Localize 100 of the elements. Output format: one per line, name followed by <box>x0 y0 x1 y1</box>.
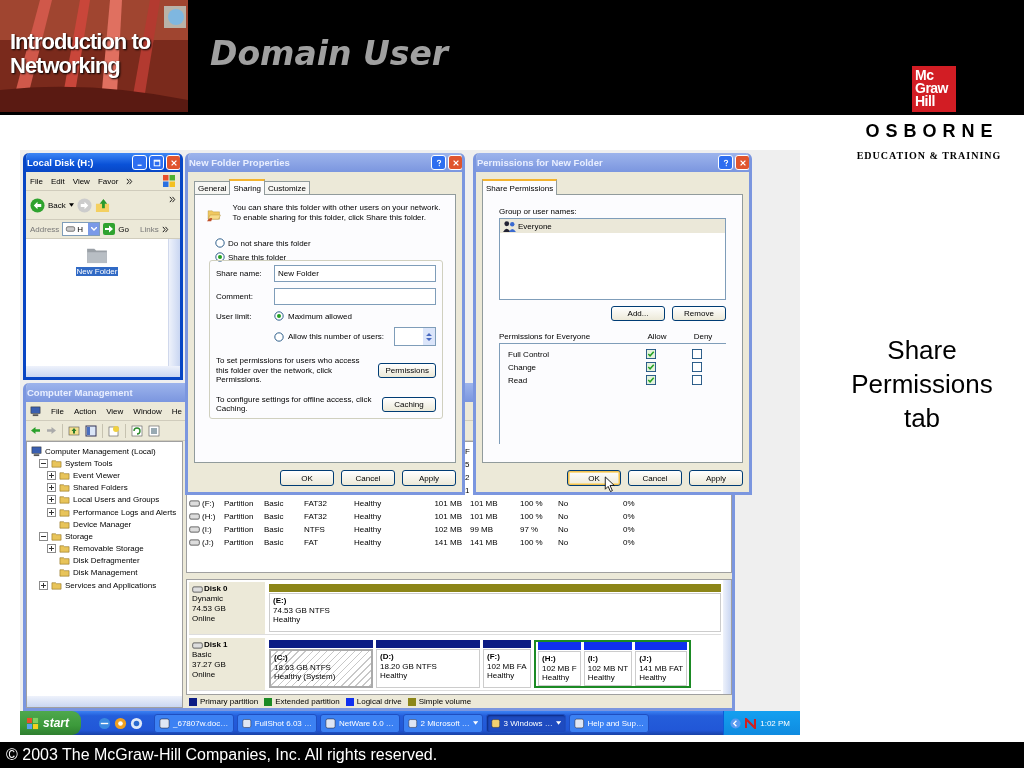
radio-label[interactable]: Do not share this folder <box>228 238 311 248</box>
tree-item[interactable]: System Tools <box>65 458 113 468</box>
list-item[interactable]: Everyone <box>500 219 725 233</box>
menu-item[interactable]: Action <box>73 406 97 416</box>
slide-title: Domain User <box>210 34 451 75</box>
table-cell-text: 0% <box>623 512 636 521</box>
clock: 1:02 PM <box>760 718 790 728</box>
taskbar-button[interactable]: Help and Sup… <box>569 713 649 733</box>
tab[interactable]: Sharing <box>229 179 266 195</box>
intro-text: You can share this folder with other users on your network. To enable sharing for this folder, click Share this folder. <box>232 203 442 224</box>
taskbar-button[interactable]: _67807w.doc… <box>154 713 234 733</box>
tree-item[interactable]: Local Users and Groups <box>73 495 160 505</box>
column-header: Deny <box>692 332 714 341</box>
taskbar-button[interactable]: NetWare 6.0 … <box>320 713 400 733</box>
tab[interactable]: Share Permissions <box>482 179 558 195</box>
table-cell-text: No <box>558 512 570 521</box>
field-label: User limit: <box>216 311 253 321</box>
disk-size: 74.53 GB <box>192 604 227 614</box>
table-cell-text: 97 % <box>520 525 540 534</box>
caching-button[interactable]: Caching <box>382 396 436 412</box>
table-cell-text: FAT32 <box>304 499 328 508</box>
window-title: Computer Management <box>27 387 134 398</box>
tree-item[interactable]: Services and Applications <box>65 580 157 590</box>
tab[interactable]: Customize <box>264 181 310 194</box>
dialog-button[interactable]: OK <box>567 470 621 486</box>
back-button[interactable]: Back <box>30 197 66 213</box>
dialog-button[interactable]: Cancel <box>341 470 395 486</box>
help-text: To set permissions for users who access this folder over the network, click Permissions. <box>216 356 361 385</box>
logo-text: Introduction to Networking <box>10 30 151 78</box>
menu-item[interactable]: He <box>171 406 182 416</box>
tab[interactable]: General <box>194 181 231 194</box>
window-title: New Folder Properties <box>189 157 291 168</box>
drive-letter: (F:) <box>487 652 501 662</box>
tree-item[interactable]: Device Manager <box>73 519 132 529</box>
add-button[interactable]: Add... <box>611 306 665 321</box>
disk-name: Disk 1 <box>204 640 228 650</box>
go-button[interactable]: Go <box>103 223 130 235</box>
tree-item[interactable]: Disk Defragmenter <box>73 556 140 566</box>
table-cell-text: FAT32 <box>304 512 328 521</box>
help-text: To configure settings for offline access, click Caching. <box>216 394 372 414</box>
table-cell-text: 141 MB <box>433 538 462 547</box>
publisher-name: OSBORNE <box>865 121 999 142</box>
dialog-button[interactable]: OK <box>280 470 334 486</box>
partition-size: 102 MB FA <box>487 661 527 671</box>
table-cell-text: Basic <box>264 538 285 547</box>
menu-item[interactable]: View <box>72 176 90 186</box>
slide-caption: Share Permissions tab <box>850 334 994 435</box>
input-field[interactable]: New Folder <box>274 265 436 282</box>
dialog-button[interactable]: Apply <box>402 470 456 486</box>
radio-label[interactable]: Allow this number of users: <box>288 332 385 341</box>
table-cell-text: Partition <box>224 538 255 547</box>
folder-label[interactable]: New Folder <box>75 267 119 276</box>
table-cell-text: 1 <box>464 486 471 495</box>
remove-button[interactable]: Remove <box>672 306 726 321</box>
disk-state: Online <box>192 670 217 680</box>
taskbar-button[interactable]: FullShot 6.03 … <box>237 713 317 733</box>
disk-state: Online <box>192 614 217 624</box>
table-cell-text: No <box>558 525 570 534</box>
tree-item[interactable]: Computer Management (Local) <box>45 446 156 456</box>
partition-status: Healthy <box>639 673 668 683</box>
window-title: Permissions for New Folder <box>477 157 604 168</box>
menu-item[interactable]: File <box>30 176 43 186</box>
table-cell: (I:) <box>202 525 212 534</box>
partition-size: 74.53 GB NTFS <box>273 605 331 615</box>
radio-label[interactable]: Share this folder <box>228 252 287 262</box>
tree-item[interactable]: Shared Folders <box>73 483 128 493</box>
partition-size: 18.63 GB NTFS <box>274 662 332 672</box>
permissions-button[interactable]: Permissions <box>378 362 436 378</box>
partition-status: Healthy <box>587 673 616 683</box>
dialog-button[interactable]: Cancel <box>628 470 682 486</box>
address-field[interactable]: H <box>62 222 101 236</box>
menu-item[interactable]: Favor <box>97 176 119 186</box>
table-cell-text: 100 % <box>520 499 544 508</box>
tree-item[interactable]: Event Viewer <box>73 470 120 480</box>
menu-item[interactable]: Window <box>133 406 162 416</box>
menu-item[interactable]: File <box>51 406 64 416</box>
tree-item[interactable]: Disk Management <box>73 568 138 578</box>
column-header: Allow <box>646 332 668 341</box>
partition-size: 18.20 GB NTFS <box>380 661 438 671</box>
tree-item[interactable]: Storage <box>65 531 94 541</box>
table-cell-text: Healthy <box>354 512 383 521</box>
partition-status: Healthy <box>273 615 302 625</box>
disk-type: Dynamic <box>192 594 225 604</box>
drive-letter: (D:) <box>380 652 395 662</box>
links-label[interactable]: Links <box>140 224 159 234</box>
taskbar-button[interactable]: 2 Microsoft … <box>403 713 483 733</box>
table-cell-text: Partition <box>224 499 255 508</box>
menu-item[interactable]: Edit <box>50 176 65 186</box>
drive-letter: (E:) <box>273 596 288 606</box>
extended-partition[interactable]: (H:) 102 MB F Healthy (I:) 102 MB NT Healthy (J:) 141 MB FAT Healthy <box>534 640 692 688</box>
radio-label[interactable]: Maximum allowed <box>288 311 353 321</box>
legend-label: Simple volume <box>418 697 472 706</box>
menu-item[interactable]: View <box>106 406 124 416</box>
taskbar-button[interactable]: 3 Windows … <box>486 713 566 733</box>
dialog-button[interactable]: Apply <box>689 470 743 486</box>
tree-item[interactable]: Performance Logs and Alerts <box>73 507 177 517</box>
tree-item[interactable]: Removable Storage <box>73 544 144 554</box>
partition-size: 102 MB F <box>542 663 577 673</box>
table-cell-text: 101 MB <box>433 512 462 521</box>
table-cell-text: 2 <box>464 473 471 482</box>
